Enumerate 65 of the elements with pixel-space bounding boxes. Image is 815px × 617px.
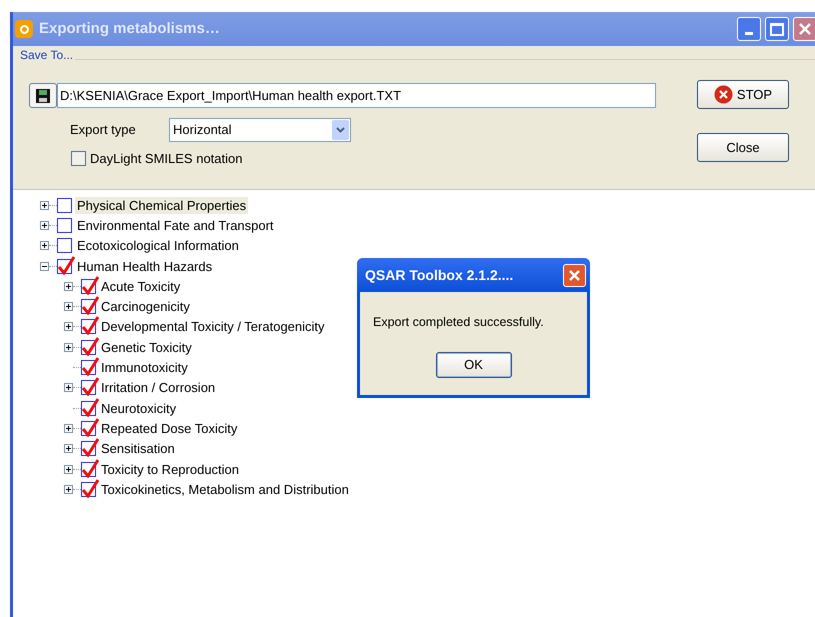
tree-item[interactable]: Toxicity to Reproduction <box>99 460 242 478</box>
expand-icon[interactable] <box>40 200 49 210</box>
checkbox[interactable] <box>57 198 72 213</box>
expand-icon[interactable] <box>64 484 73 494</box>
minimize-button[interactable] <box>737 17 761 41</box>
stop-button[interactable]: STOP <box>697 80 789 109</box>
expand-icon[interactable] <box>64 424 73 433</box>
tree-item[interactable]: Immunotoxicity <box>99 359 190 376</box>
tree-item[interactable]: Developmental Toxicity / Teratogenicity <box>99 318 327 336</box>
field-label: Export type <box>70 121 137 140</box>
expand-icon[interactable] <box>64 383 73 392</box>
dialog-title: QSAR Toolbox 2.1.2.... <box>365 266 514 285</box>
checkbox[interactable] <box>81 340 96 355</box>
tree-item[interactable]: Human Health Hazards <box>75 258 214 275</box>
checkbox[interactable] <box>81 400 96 416</box>
tree-item[interactable]: Repeated Dose Toxicity <box>99 420 240 437</box>
tree-item[interactable]: Neurotoxicity <box>99 400 178 417</box>
expand-icon[interactable] <box>64 282 73 291</box>
tree-item[interactable]: Carcinogenicity <box>99 298 192 316</box>
close-icon <box>568 268 581 282</box>
checkbox[interactable] <box>81 278 96 294</box>
checkbox[interactable] <box>81 420 96 436</box>
tree-item[interactable]: Sensitisation <box>99 440 177 458</box>
maximize-button[interactable] <box>765 17 789 41</box>
tree-item[interactable]: Genetic Toxicity <box>99 338 194 356</box>
checkbox[interactable] <box>81 319 96 334</box>
dialog-message: Export completed successfully. <box>373 314 545 331</box>
group-label: Save To... <box>20 47 74 63</box>
expand-icon[interactable] <box>64 444 73 454</box>
checkbox[interactable] <box>81 441 96 456</box>
caret-icon <box>332 120 349 140</box>
expand-icon[interactable] <box>64 322 73 332</box>
stop-icon <box>714 85 733 104</box>
expand-icon[interactable] <box>40 220 49 230</box>
ok-button[interactable]: OK <box>436 352 512 378</box>
close-window-button[interactable] <box>793 17 815 41</box>
close-button[interactable]: Close <box>697 133 789 162</box>
expand-icon[interactable] <box>64 464 73 474</box>
tree-item[interactable]: Toxicokinetics, Metabolism and Distribution <box>99 480 351 498</box>
tree-item[interactable]: Environmental Fate and Transport <box>75 216 276 234</box>
close-icon <box>798 22 812 36</box>
expand-icon[interactable] <box>40 241 49 250</box>
expand-icon[interactable] <box>64 302 73 312</box>
checkbox[interactable] <box>81 299 96 314</box>
checkbox[interactable] <box>81 482 96 497</box>
checkbox[interactable] <box>57 258 72 274</box>
file-path-field[interactable]: D:\KSENIA\Grace Export_Import\Human health export.TXT <box>57 83 656 108</box>
checkbox[interactable] <box>81 360 96 376</box>
export-type-dropdown[interactable]: Horizontal <box>169 118 351 142</box>
tree-item[interactable]: Ecotoxicological Information <box>75 237 241 254</box>
checkbox[interactable] <box>57 238 72 254</box>
tree-item[interactable]: Physical Chemical Properties <box>75 196 248 214</box>
collapse-icon[interactable] <box>40 262 49 271</box>
app-icon <box>15 20 33 38</box>
save-button[interactable] <box>29 83 57 108</box>
window-title: Exporting metabolisms… <box>39 18 220 39</box>
checkbox[interactable] <box>57 218 72 233</box>
tree-item[interactable]: Acute Toxicity <box>99 278 182 295</box>
checkbox[interactable] <box>81 380 96 396</box>
checkbox-label: DayLight SMILES notation <box>90 150 242 168</box>
checkbox[interactable] <box>81 462 96 476</box>
close-button[interactable] <box>563 264 586 286</box>
tree-item[interactable]: Irritation / Corrosion <box>99 379 218 396</box>
checkbox[interactable] <box>71 151 86 166</box>
expand-icon[interactable] <box>64 342 73 352</box>
